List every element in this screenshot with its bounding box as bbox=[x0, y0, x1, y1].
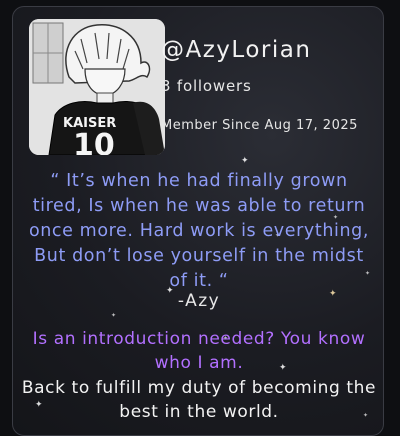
bio-quote: “ It’s when he had finally grown tired, … bbox=[28, 171, 370, 291]
followers-count[interactable]: 3 followers bbox=[161, 77, 252, 95]
sparkle-icon: ✦ bbox=[111, 312, 117, 319]
avatar[interactable]: KAISER 10 bbox=[29, 19, 165, 155]
bio-signature: -Azy bbox=[177, 291, 221, 311]
bio-intro: Is an introduction needed? You know who … bbox=[32, 329, 366, 373]
anime-avatar-icon: KAISER 10 bbox=[29, 19, 165, 155]
sparkle-icon: ✦ bbox=[241, 156, 249, 166]
member-since: Member Since Aug 17, 2025 bbox=[161, 118, 358, 133]
jersey-number: 10 bbox=[73, 128, 115, 155]
profile-card: ✦ ✦ ✦ ✦ ✦ ✦ ✦ ✦ ✦ ✦ ✦ KAISER 10 @AzyLori… bbox=[12, 6, 384, 436]
bio-motto: Back to fulfill my duty of becoming the … bbox=[21, 378, 377, 422]
username[interactable]: @AzyLorian bbox=[161, 37, 311, 63]
